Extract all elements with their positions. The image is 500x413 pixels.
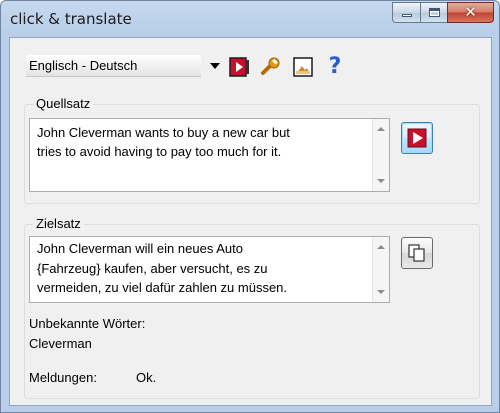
target-scrollbar[interactable] — [372, 237, 389, 302]
caption-buttons: ✕ — [392, 2, 494, 24]
messages-value: Ok. — [136, 370, 157, 385]
flag-arrow-button[interactable] — [227, 55, 251, 79]
window-title: click & translate — [10, 10, 132, 28]
source-group-label: Quellsatz — [33, 96, 94, 111]
wrench-icon — [261, 57, 280, 75]
scroll-down-icon[interactable] — [377, 290, 385, 294]
minimize-icon — [401, 14, 412, 17]
scroll-up-icon[interactable] — [377, 127, 385, 131]
target-text: John Cleverman will ein neues Auto {Fahr… — [37, 241, 288, 295]
copy-icon — [408, 244, 425, 262]
source-scrollbar[interactable] — [372, 119, 389, 191]
title-bar[interactable]: click & translate ✕ — [1, 1, 499, 37]
play-arrow-icon — [407, 128, 427, 148]
help-button[interactable]: ? — [323, 55, 347, 79]
close-button[interactable]: ✕ — [447, 2, 494, 23]
client-area: Englisch - Deutsch ? Quellsatz John Clev… — [9, 37, 492, 406]
app-window: click & translate ✕ Englisch - Deutsch ?… — [0, 0, 500, 413]
maximize-button[interactable] — [420, 2, 447, 23]
target-group-label: Zielsatz — [33, 216, 84, 231]
scroll-up-icon[interactable] — [377, 245, 385, 249]
source-textbox[interactable]: John Cleverman wants to buy a new car bu… — [29, 118, 390, 192]
image-button[interactable] — [291, 55, 315, 79]
scroll-down-icon[interactable] — [377, 179, 385, 183]
maximize-icon — [428, 8, 440, 17]
image-icon — [293, 57, 313, 77]
close-icon: ✕ — [464, 3, 477, 21]
unknown-words-label: Unbekannte Wörter: — [29, 316, 146, 331]
messages-label: Meldungen: — [29, 370, 97, 385]
flag-arrow-icon — [229, 57, 249, 77]
copy-button[interactable] — [401, 237, 433, 269]
language-pair-select[interactable]: Englisch - Deutsch — [26, 55, 223, 77]
source-text: John Cleverman wants to buy a new car bu… — [37, 125, 290, 159]
help-icon: ? — [328, 54, 342, 79]
language-pair-value: Englisch - Deutsch — [29, 58, 138, 73]
target-textbox[interactable]: John Cleverman will ein neues Auto {Fahr… — [29, 236, 390, 303]
minimize-button[interactable] — [392, 2, 420, 23]
translate-button[interactable] — [401, 122, 433, 154]
unknown-words-value: Cleverman — [29, 336, 92, 351]
chevron-down-icon[interactable] — [210, 63, 220, 69]
settings-button[interactable] — [259, 55, 283, 79]
